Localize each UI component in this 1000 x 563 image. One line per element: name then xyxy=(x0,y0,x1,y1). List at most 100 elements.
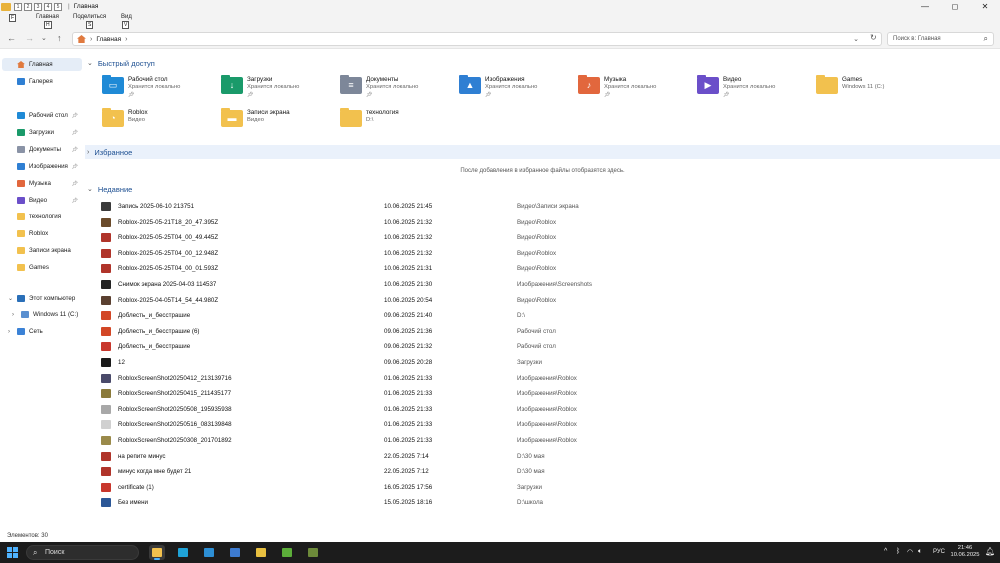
table-row[interactable]: Без имени 15.05.2025 18:16 D:\школа xyxy=(85,495,1000,510)
sidebar-item-pinned[interactable]: Games xyxy=(2,261,82,274)
table-row[interactable]: RobloxScreenShot20250508_195935938 01.06.… xyxy=(85,402,1000,417)
address-dropdown-icon[interactable]: ⌄ xyxy=(853,35,859,43)
quick-access-item[interactable]: ♪ Музыка Хранится локально 📌︎ xyxy=(561,75,679,103)
qat-key-4[interactable]: 4 xyxy=(44,2,52,11)
table-row[interactable]: минус когда мне будет 21 22.05.2025 7:12 D… xyxy=(85,464,1000,479)
table-row[interactable]: Доблесть_и_бесстрашие 09.06.2025 21:32 Раб… xyxy=(85,339,1000,354)
quick-access-item[interactable]: ↓ Загрузки Хранится локально 📌︎ xyxy=(204,75,322,103)
sidebar-item-pinned[interactable]: Roblox xyxy=(2,227,82,240)
table-row[interactable]: Доблесть_и_бесстрашие 09.06.2025 21:40 D:\ xyxy=(85,308,1000,323)
table-row[interactable]: Доблесть_и_бесстрашие (6) 09.06.2025 21:3… xyxy=(85,324,1000,339)
table-row[interactable]: certificate (1) 16.05.2025 17:56 Загрузки xyxy=(85,480,1000,495)
chevron-right-icon[interactable]: › xyxy=(12,312,14,318)
quick-access-item[interactable]: технология D:\ xyxy=(323,108,441,136)
bluetooth-icon[interactable]: ᛒ xyxy=(896,548,900,555)
table-row[interactable]: 12 09.06.2025 20:28 Загрузки xyxy=(85,355,1000,370)
tab-view[interactable]: Вид xyxy=(121,14,132,20)
table-row[interactable]: RobloxScreenShot20250415_211435177 01.06.… xyxy=(85,386,1000,401)
search-input[interactable]: Поиск в: Главная ⌕ xyxy=(887,32,994,46)
language-indicator[interactable]: РУС xyxy=(933,549,945,555)
chevron-right-icon[interactable]: › xyxy=(87,149,89,156)
qat-key-3[interactable]: 3 xyxy=(34,2,42,11)
notification-bell-icon[interactable]: 🔔︎ xyxy=(985,547,995,556)
qat-key-1[interactable]: 1 xyxy=(14,2,22,11)
tab-home[interactable]: Главная xyxy=(36,14,59,20)
taskbar-app-minecraft-2[interactable] xyxy=(305,545,321,560)
chevron-right-icon[interactable]: › xyxy=(8,329,10,335)
file-location: D:\30 мая xyxy=(517,452,545,460)
taskbar-search[interactable]: ⌕ Поиск xyxy=(26,545,139,560)
up-button[interactable]: ↑ xyxy=(57,33,62,43)
sidebar-item-pinned[interactable]: Музыка 📌︎ xyxy=(2,177,82,190)
table-row[interactable]: Снимок экрана 2025-04-03 114537 10.06.202… xyxy=(85,277,1000,292)
file-date: 01.06.2025 21:33 xyxy=(384,405,433,413)
back-button[interactable]: ← xyxy=(7,33,16,43)
refresh-button[interactable]: ↻ xyxy=(870,33,877,42)
chevron-down-icon[interactable]: ⌄ xyxy=(87,59,93,67)
taskbar-app-save[interactable] xyxy=(227,545,243,560)
quick-access-item[interactable]: ≡ Документы Хранится локально 📌︎ xyxy=(323,75,441,103)
taskbar-app-minecraft[interactable] xyxy=(279,545,295,560)
pdf-icon xyxy=(101,482,111,492)
table-row[interactable]: Roblox-2025-05-25T04_00_01.593Z 10.06.202… xyxy=(85,261,1000,276)
sidebar-item-pinned[interactable]: Изображения 📌︎ xyxy=(2,160,82,173)
maximize-button[interactable]: ◻ xyxy=(940,0,970,13)
table-row[interactable]: Roblox-2025-05-25T04_00_49.445Z 10.06.202… xyxy=(85,230,1000,245)
ribbon-key-file[interactable]: F xyxy=(9,14,17,22)
tray-overflow-chevron[interactable]: ^ xyxy=(884,548,887,555)
quick-access-item[interactable]: ▬ Записи экрана Видео xyxy=(204,108,322,136)
chevron-right-icon[interactable]: › xyxy=(125,36,127,43)
chevron-down-icon[interactable]: ⌄ xyxy=(8,295,13,302)
quick-access-item[interactable]: ▭ Рабочий стол Хранится локально 📌︎ xyxy=(85,75,203,103)
table-row[interactable]: на репите минус 22.05.2025 7:14 D:\30 мая xyxy=(85,449,1000,464)
table-row[interactable]: Roblox-2025-05-25T04_00_12.948Z 10.06.202… xyxy=(85,246,1000,261)
wifi-icon[interactable]: ◠ xyxy=(907,548,913,556)
file-name: Roblox-2025-05-21T18_20_47.395Z xyxy=(118,218,219,226)
sidebar-item-gallery[interactable]: Галерея xyxy=(2,75,82,88)
table-row[interactable]: RobloxScreenShot20250516_083139848 01.06.… xyxy=(85,417,1000,432)
address-field[interactable]: › Главная › ⌄ xyxy=(72,32,882,46)
sidebar-item-pinned[interactable]: Записи экрана xyxy=(2,244,82,257)
sidebar-item-pinned[interactable]: Загрузки 📌︎ xyxy=(2,126,82,139)
sidebar-item-network[interactable]: › Сеть xyxy=(2,325,82,338)
section-title: Избранное xyxy=(94,147,133,157)
tab-share[interactable]: Поделиться xyxy=(73,14,106,20)
section-favorites[interactable]: › Избранное xyxy=(85,145,1000,159)
taskbar-app-file-explorer[interactable] xyxy=(149,545,165,560)
recent-dropdown-button[interactable]: ⌄ xyxy=(41,34,47,42)
sidebar-item-home[interactable]: Главная xyxy=(2,58,82,71)
chevron-down-icon[interactable]: ⌄ xyxy=(87,185,93,193)
minimize-button[interactable]: — xyxy=(910,0,940,13)
section-recent[interactable]: ⌄ Недавние xyxy=(85,182,1000,196)
sidebar-item-drive-c[interactable]: › Windows 11 (C:) xyxy=(2,308,82,321)
qat-key-5[interactable]: 5 xyxy=(54,2,62,11)
powerpoint-icon xyxy=(101,326,111,336)
table-row[interactable]: Запись 2025-06-10 213751 10.06.2025 21:45… xyxy=(85,199,1000,214)
taskbar-app-mail[interactable] xyxy=(201,545,217,560)
table-row[interactable]: RobloxScreenShot20250412_213139716 01.06.… xyxy=(85,371,1000,386)
breadcrumb-home[interactable]: Главная xyxy=(96,36,121,43)
start-button[interactable] xyxy=(7,547,18,558)
sidebar-item-pinned[interactable]: технология xyxy=(2,210,82,223)
table-row[interactable]: RobloxScreenShot20250308_201701892 01.06.… xyxy=(85,433,1000,448)
section-quick-access[interactable]: ⌄ Быстрый доступ xyxy=(85,56,1000,70)
sidebar-item-pinned[interactable]: Рабочий стол 📌︎ xyxy=(2,109,82,122)
qat-key-2[interactable]: 2 xyxy=(24,2,32,11)
sidebar-item-pinned[interactable]: Видео 📌︎ xyxy=(2,194,82,207)
sidebar-item-pinned[interactable]: Документы 📌︎ xyxy=(2,143,82,156)
clock[interactable]: 21:46 10.06.2025 xyxy=(950,545,980,559)
table-row[interactable]: Roblox-2025-04-05T14_54_44.980Z 10.06.202… xyxy=(85,293,1000,308)
quick-access-item[interactable]: Games Windows 11 (C:) xyxy=(799,75,917,103)
close-button[interactable]: ✕ xyxy=(970,0,1000,13)
taskbar-app-store[interactable] xyxy=(253,545,269,560)
quick-access-item[interactable]: ◔ Roblox Видео xyxy=(85,108,203,136)
quick-access-item[interactable]: ▶ Видео Хранится локально 📌︎ xyxy=(680,75,798,103)
quick-access-name: Документы xyxy=(366,76,399,83)
sidebar-item-this-pc[interactable]: ⌄ Этот компьютер xyxy=(2,292,82,305)
folder-glyph: ≡ xyxy=(348,80,354,90)
volume-icon[interactable]: 🔈︎ xyxy=(918,548,922,556)
quick-access-item[interactable]: ▲ Изображения Хранится локально 📌︎ xyxy=(442,75,560,103)
taskbar-app-edge[interactable] xyxy=(175,545,191,560)
forward-button[interactable]: → xyxy=(25,33,34,43)
table-row[interactable]: Roblox-2025-05-21T18_20_47.395Z 10.06.202… xyxy=(85,215,1000,230)
